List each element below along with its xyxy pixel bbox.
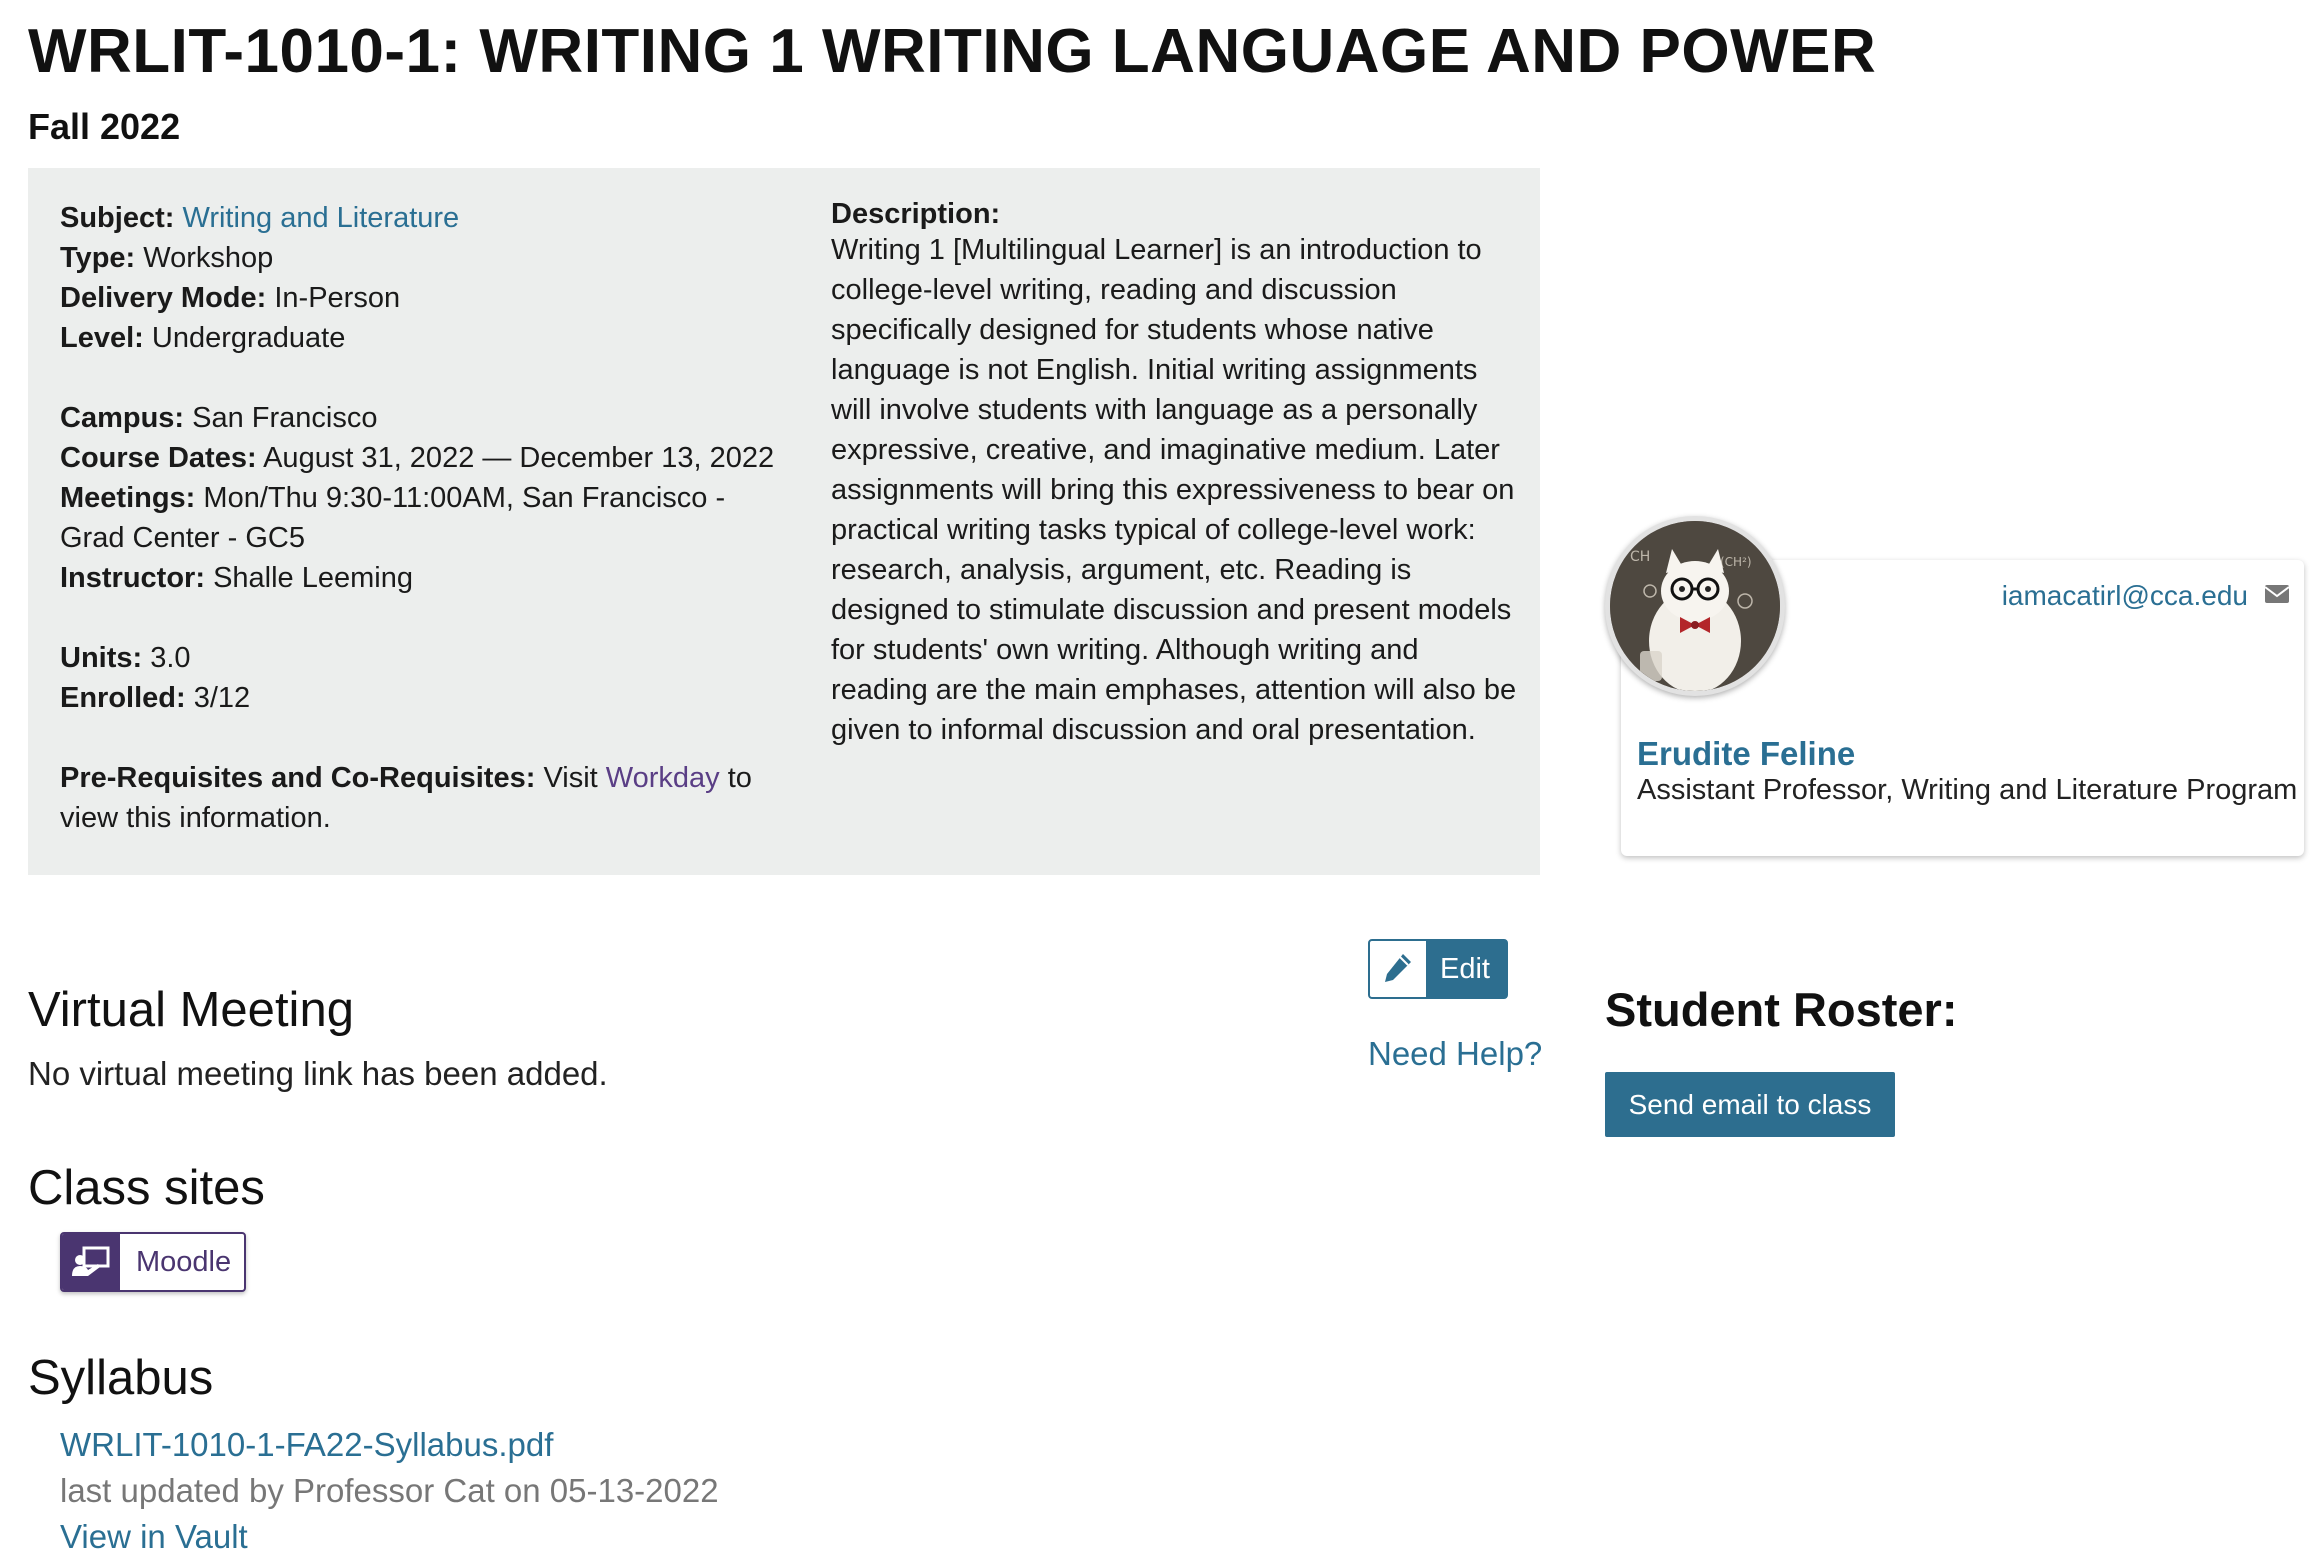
type-label: Type: xyxy=(60,242,136,274)
enrolled-value: 3/12 xyxy=(193,682,251,714)
avatar: CH (CH²) xyxy=(1605,516,1785,696)
send-email-to-class-button[interactable]: Send email to class xyxy=(1605,1072,1895,1137)
prereq-label: Pre-Requisites and Co-Requisites: xyxy=(60,762,536,794)
instructor-email-link[interactable]: iamacatirl@cca.edu xyxy=(2002,580,2248,612)
course-details: Subject: Writing and Literature Type: Wo… xyxy=(60,198,780,838)
instructor-row: Instructor: Shalle Leeming xyxy=(60,558,780,598)
description-label: Description: xyxy=(831,198,1001,230)
pencil-icon xyxy=(1370,941,1426,997)
meetings-row: Meetings: Mon/Thu 9:30-11:00AM, San Fran… xyxy=(60,478,780,558)
dates-label: Course Dates: xyxy=(60,442,257,474)
delivery-row: Delivery Mode: In-Person xyxy=(60,278,780,318)
syllabus-file-link[interactable]: WRLIT-1010-1-FA22-Syllabus.pdf xyxy=(60,1426,553,1464)
moodle-button[interactable]: Moodle xyxy=(60,1232,246,1292)
campus-value: San Francisco xyxy=(192,402,378,434)
course-page: WRLIT-1010-1: WRITING 1 WRITING LANGUAGE… xyxy=(0,0,2321,1557)
units-row: Units: 3.0 xyxy=(60,638,780,678)
cat-photo-icon: CH (CH²) xyxy=(1610,521,1780,691)
student-roster-heading: Student Roster: xyxy=(1605,983,1958,1036)
subject-link[interactable]: Writing and Literature xyxy=(182,202,459,234)
dates-row: Course Dates: August 31, 2022 — December… xyxy=(60,438,780,478)
description-text: Writing 1 [Multilingual Learner] is an i… xyxy=(831,234,1517,746)
delivery-value: In-Person xyxy=(274,282,401,314)
units-value: 3.0 xyxy=(150,642,191,674)
campus-label: Campus: xyxy=(60,402,185,434)
prereq-text-before: Visit xyxy=(543,762,598,794)
subject-label: Subject: xyxy=(60,202,175,234)
instructor-name-link[interactable]: Erudite Feline xyxy=(1637,735,1855,773)
course-term: Fall 2022 xyxy=(28,106,181,147)
syllabus-heading: Syllabus xyxy=(28,1351,214,1405)
moodle-label: Moodle xyxy=(136,1245,232,1278)
delivery-label: Delivery Mode: xyxy=(60,282,267,314)
virtual-meeting-heading: Virtual Meeting xyxy=(28,983,354,1037)
course-info-panel: Subject: Writing and Literature Type: Wo… xyxy=(28,168,1540,875)
instructor-label: Instructor: xyxy=(60,562,205,594)
enrolled-row: Enrolled: 3/12 xyxy=(60,678,780,718)
campus-row: Campus: San Francisco xyxy=(60,398,780,438)
level-row: Level: Undergraduate xyxy=(60,318,780,358)
enrolled-label: Enrolled: xyxy=(60,682,186,714)
dates-value: August 31, 2022 — December 13, 2022 xyxy=(263,442,775,474)
view-in-vault-link[interactable]: View in Vault xyxy=(60,1518,248,1556)
presentation-icon xyxy=(62,1234,120,1290)
meetings-label: Meetings: xyxy=(60,482,196,514)
page-title: WRLIT-1010-1: WRITING 1 WRITING LANGUAGE… xyxy=(28,17,1877,86)
need-help-link[interactable]: Need Help? xyxy=(1368,1035,1542,1073)
svg-text:(CH²): (CH²) xyxy=(1720,555,1752,569)
type-row: Type: Workshop xyxy=(60,238,780,278)
edit-virtual-meeting-button[interactable]: Edit xyxy=(1368,939,1508,999)
syllabus-updated-text: last updated by Professor Cat on 05-13-2… xyxy=(60,1472,719,1509)
type-value: Workshop xyxy=(143,242,274,274)
virtual-meeting-status: No virtual meeting link has been added. xyxy=(28,1055,608,1092)
course-description: Description: Writing 1 [Multilingual Lea… xyxy=(831,198,1521,750)
envelope-icon[interactable] xyxy=(2264,582,2290,606)
instructor-value: Shalle Leeming xyxy=(213,562,413,594)
level-value: Undergraduate xyxy=(151,322,346,354)
instructor-role: Assistant Professor, Writing and Literat… xyxy=(1637,774,2298,806)
edit-label: Edit xyxy=(1440,952,1490,985)
level-label: Level: xyxy=(60,322,144,354)
workday-link[interactable]: Workday xyxy=(606,762,720,794)
class-sites-heading: Class sites xyxy=(28,1161,265,1215)
units-label: Units: xyxy=(60,642,143,674)
svg-text:CH: CH xyxy=(1630,549,1650,565)
prereq-row: Pre-Requisites and Co-Requisites: Visit … xyxy=(60,758,780,838)
subject-row: Subject: Writing and Literature xyxy=(60,198,780,238)
